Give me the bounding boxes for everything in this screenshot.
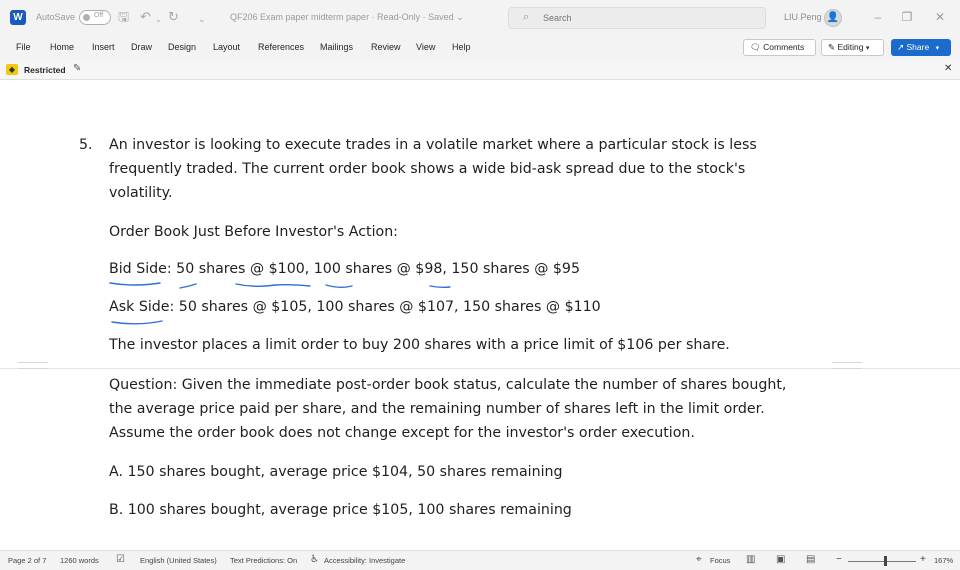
tab-file[interactable]: File <box>16 42 31 52</box>
intro-line-2: frequently traded. The current order boo… <box>109 161 746 177</box>
ink-underline-bid-side <box>109 282 161 286</box>
autosave-toggle[interactable]: Off <box>79 10 111 25</box>
ink-underline-bid-98 <box>429 285 451 289</box>
search-input[interactable] <box>543 11 743 25</box>
tab-view[interactable]: View <box>416 42 435 52</box>
focus-icon: ⌖ <box>696 554 702 565</box>
question-line-3: Assume the order book does not change ex… <box>109 425 695 441</box>
close-infobar-icon[interactable]: ✕ <box>944 63 952 74</box>
autosave-state: Off <box>94 12 104 19</box>
intro-line-1: An investor is looking to execute trades… <box>109 137 757 153</box>
comments-button[interactable]: 🗨 Comments <box>743 39 816 56</box>
title-bar: W AutoSave Off 🖫 ↶ ⌄ ↻ ⌄ QF206 Exam pape… <box>0 0 960 36</box>
tab-help[interactable]: Help <box>452 42 471 52</box>
tab-references[interactable]: References <box>258 42 304 52</box>
undo-icon[interactable]: ↶ <box>140 9 151 25</box>
page-count[interactable]: Page 2 of 7 <box>8 556 46 565</box>
minimize-icon[interactable]: – <box>866 8 890 26</box>
zoom-slider-track[interactable] <box>848 561 916 562</box>
undo-dropdown-icon[interactable]: ⌄ <box>155 12 162 28</box>
search-box[interactable]: ⌕ <box>508 7 766 29</box>
pencil-icon: ✎ <box>828 42 836 52</box>
restricted-infobar: ◆ Restricted ✎ ✕ <box>0 60 960 80</box>
accessibility-icon: ♿ <box>310 554 319 565</box>
ink-underline-ask-side <box>111 320 163 325</box>
restore-icon[interactable]: ❐ <box>895 8 919 26</box>
tab-draw[interactable]: Draw <box>131 42 152 52</box>
sensitivity-label-icon: ◆ <box>6 64 18 75</box>
bid-side-line: Bid Side: 50 shares @ $100, 100 shares @… <box>109 261 580 277</box>
save-icon[interactable]: 🖫 <box>118 9 129 25</box>
page-break <box>0 368 960 369</box>
proofing-icon[interactable]: ☑ <box>116 554 125 565</box>
edit-label-icon[interactable]: ✎ <box>73 63 81 74</box>
word-count[interactable]: 1260 words <box>60 556 99 565</box>
tab-layout[interactable]: Layout <box>213 42 240 52</box>
document-title[interactable]: QF206 Exam paper midterm paper · Read-On… <box>230 12 464 23</box>
order-book-heading: Order Book Just Before Investor's Action… <box>109 224 398 240</box>
tab-review[interactable]: Review <box>371 42 401 52</box>
share-label: Share <box>906 42 930 52</box>
language[interactable]: English (United States) <box>140 556 217 565</box>
option-b: B. 100 shares bought, average price $105… <box>109 502 572 518</box>
customize-toolbar-icon[interactable]: ⌄ <box>198 11 206 27</box>
autosave-label: AutoSave <box>36 12 76 22</box>
ribbon-tabs: File Home Insert Draw Design Layout Refe… <box>0 36 960 60</box>
share-icon: ↗ <box>897 42 905 52</box>
zoom-level[interactable]: 167% <box>934 556 953 565</box>
limit-order-line: The investor places a limit order to buy… <box>109 337 730 353</box>
document-canvas[interactable]: 5. An investor is looking to execute tra… <box>0 81 960 550</box>
tab-home[interactable]: Home <box>50 42 74 52</box>
option-a: A. 150 shares bought, average price $104… <box>109 464 563 480</box>
tab-mailings[interactable]: Mailings <box>320 42 353 52</box>
right-margin-marker <box>832 362 862 369</box>
editing-mode-button[interactable]: ✎ Editing ▾ <box>821 39 884 56</box>
read-mode-icon[interactable]: ▥ <box>746 554 755 565</box>
toggle-knob <box>83 14 90 21</box>
status-bar: Page 2 of 7 1260 words ☑ English (United… <box>0 550 960 570</box>
intro-line-3: volatility. <box>109 185 173 201</box>
left-margin-marker <box>18 362 48 369</box>
accessibility-status[interactable]: Accessibility: Investigate <box>324 556 405 565</box>
share-dropdown-icon[interactable]: ▾ <box>936 45 940 52</box>
share-button[interactable]: ↗ Share ▾ <box>891 39 951 56</box>
avatar[interactable]: 👤 <box>824 9 842 27</box>
web-layout-icon[interactable]: ▤ <box>806 554 815 565</box>
user-name[interactable]: LIU Peng <box>784 12 822 22</box>
editing-label: Editing <box>837 42 864 52</box>
ink-underline-bid-100 <box>235 283 311 287</box>
zoom-out-icon[interactable]: − <box>836 554 842 565</box>
redo-icon[interactable]: ↻ <box>168 9 179 25</box>
question-number: 5. <box>79 137 93 153</box>
text-predictions[interactable]: Text Predictions: On <box>230 556 297 565</box>
chevron-down-icon: ▾ <box>865 45 870 52</box>
comments-label: Comments <box>763 42 805 52</box>
zoom-in-icon[interactable]: + <box>920 554 926 565</box>
tab-insert[interactable]: Insert <box>92 42 115 52</box>
tab-design[interactable]: Design <box>168 42 196 52</box>
question-line-1: Question: Given the immediate post-order… <box>109 377 787 393</box>
question-line-2: the average price paid per share, and th… <box>109 401 765 417</box>
focus-mode[interactable]: Focus <box>710 556 730 565</box>
zoom-slider-thumb[interactable] <box>884 556 887 566</box>
ink-underline-50-shares <box>179 283 197 289</box>
close-window-icon[interactable]: ✕ <box>928 8 952 26</box>
word-app-icon[interactable]: W <box>10 10 26 25</box>
ink-underline-100-shares <box>325 284 353 288</box>
search-icon: ⌕ <box>523 11 530 23</box>
comment-icon: 🗨 <box>750 42 761 52</box>
sensitivity-label[interactable]: Restricted <box>24 65 66 75</box>
ask-side-line: Ask Side: 50 shares @ $105, 100 shares @… <box>109 299 601 315</box>
print-layout-icon[interactable]: ▣ <box>776 554 785 565</box>
